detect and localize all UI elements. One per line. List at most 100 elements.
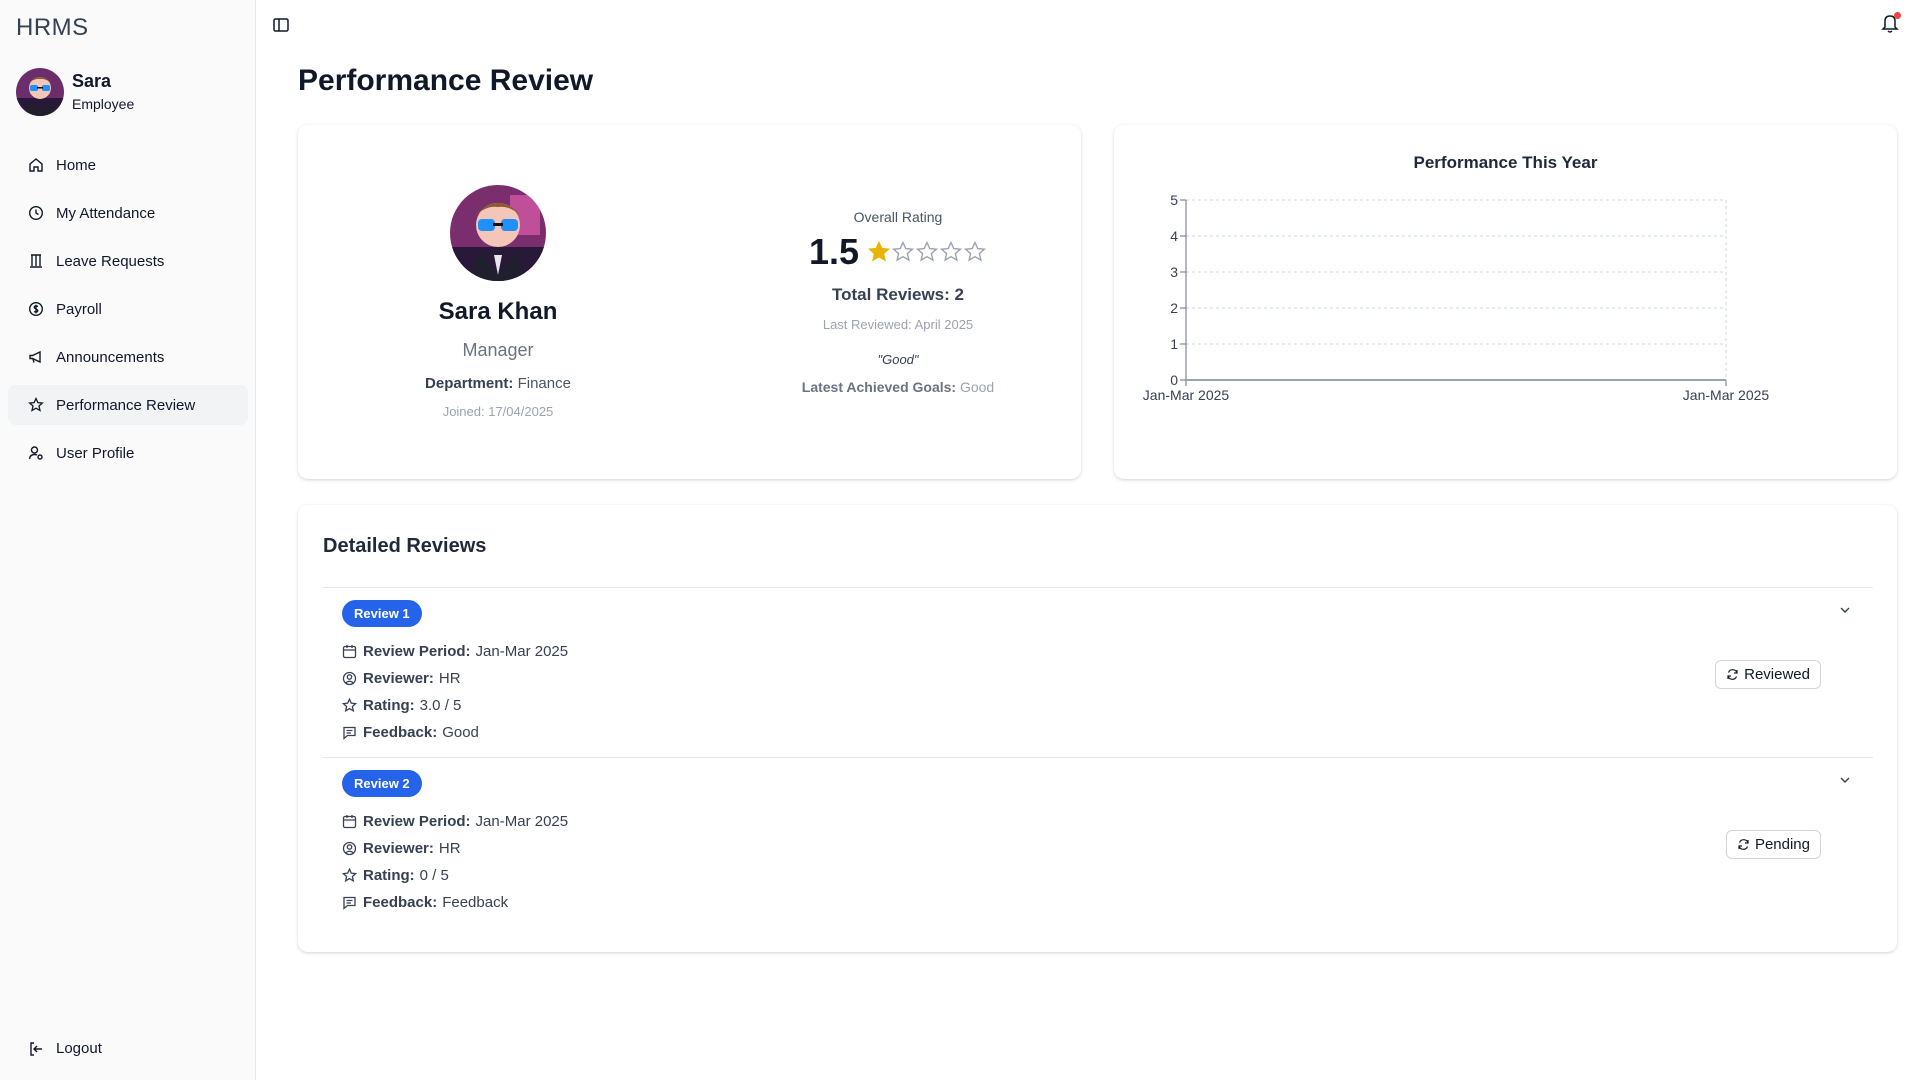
star-outline-icon [342,868,357,883]
chevron-down-icon[interactable] [1837,772,1853,788]
review-feedback: Feedback: Feedback [342,889,568,916]
rating-label: Rating: [363,697,415,714]
star-empty-icon [915,240,939,262]
y-tick-label: 3 [1170,264,1178,280]
review-period: Review Period: Jan-Mar 2025 [342,808,568,835]
sidebar-item-payroll[interactable]: Payroll [8,289,248,329]
notification-bell-icon[interactable] [1880,12,1901,34]
latest-goals: Latest Achieved Goals: Good [738,379,1058,395]
user-role: Employee [72,96,135,112]
review-feedback: Feedback: Good [342,719,568,746]
sidebar-item-performance-review[interactable]: Performance Review [8,385,248,425]
sidebar-item-label: Leave Requests [56,252,165,270]
user-summary: Sara Employee [16,68,134,116]
review-rating: Rating: 3.0 / 5 [342,692,568,719]
message-icon [342,895,357,910]
overall-rating-label: Overall Rating [853,209,943,225]
review-reviewer: Reviewer: HR [342,665,568,692]
detailed-reviews-title: Detailed Reviews [323,535,487,557]
app-brand: HRMS [16,14,89,41]
status-badge[interactable]: Pending [1725,830,1821,859]
x-tick-label: Jan-Mar 2025 [1683,387,1770,403]
sidebar-item-announcements[interactable]: Announcements [8,337,248,377]
feedback-value: Good [442,724,479,741]
notification-dot [1894,12,1901,19]
review-period-label: Review Period: [363,643,471,660]
y-tick-label: 0 [1170,372,1178,388]
sidebar-item-label: Announcements [56,348,165,366]
user-cog-icon [28,445,44,461]
star-filled-icon [867,240,891,262]
calendar-icon [342,644,357,659]
employee-info: Sara Khan Manager Department: Finance Jo… [298,185,698,419]
feedback-label: Feedback: [363,894,438,911]
total-reviews: Total Reviews: 2 [832,285,964,304]
y-tick-label: 5 [1170,192,1178,208]
dollar-icon [28,301,44,317]
sidebar-item-user-profile[interactable]: User Profile [8,433,248,473]
department-value: Finance [517,375,571,392]
sidebar-item-my-attendance[interactable]: My Attendance [8,193,248,233]
logout-icon [28,1041,44,1057]
feedback-value: Feedback [442,894,509,911]
employee-department: Department: Finance [298,375,698,392]
profile-card: Sara Khan Manager Department: Finance Jo… [298,125,1081,479]
review-rating: Rating: 0 / 5 [342,862,568,889]
calendar-icon [342,814,357,829]
user-circle-icon [342,671,357,686]
user-name: Sara [72,71,112,91]
overall-rating-value: 1.5 [808,231,860,272]
status-badge[interactable]: Reviewed [1715,660,1821,689]
review-period: Review Period: Jan-Mar 2025 [342,638,568,665]
feedback-label: Feedback: [363,724,438,741]
y-tick-label: 1 [1170,336,1178,352]
sidebar-item-home[interactable]: Home [8,145,248,185]
review-badge[interactable]: Review 2 [342,770,422,797]
sidebar-item-leave-requests[interactable]: Leave Requests [8,241,248,281]
star-empty-icon [939,240,963,262]
reviewer-label: Reviewer: [363,670,434,687]
page-title: Performance Review [298,64,594,97]
star-empty-icon [891,240,915,262]
review-item[interactable]: Review 1 Review Period: Jan-Mar 2025 Rev… [323,587,1873,757]
home-icon [28,157,44,173]
refresh-icon [1726,668,1739,681]
rating-label: Rating: [363,867,415,884]
rating-value: 3.0 / 5 [419,697,462,714]
sidebar-item-label: User Profile [56,444,135,462]
employee-name: Sara Khan [438,298,558,325]
x-tick-label: Jan-Mar 2025 [1143,387,1230,403]
sidebar: HRMS Sara Employee Home My Attendance Le… [0,0,256,1080]
y-tick-label: 2 [1170,300,1178,316]
sidebar-item-label: Payroll [56,300,102,318]
review-badge[interactable]: Review 1 [342,600,422,627]
reviewer-value: HR [438,840,461,857]
star-empty-icon [963,240,987,262]
review-period-value: Jan-Mar 2025 [475,813,569,830]
reviewer-label: Reviewer: [363,840,434,857]
latest-goals-value: Good [959,379,995,395]
detailed-reviews-card: Detailed Reviews Review 1 Review Period:… [298,505,1897,952]
chevron-down-icon[interactable] [1837,602,1853,618]
status-label: Reviewed [1744,666,1810,683]
megaphone-icon [28,349,44,365]
review-fields: Review Period: Jan-Mar 2025 Reviewer: HR… [342,808,568,916]
sidebar-item-label: Performance Review [56,396,196,414]
sidebar-item-label: Home [56,156,97,174]
logout-button[interactable]: Logout [28,1040,102,1057]
review-reviewer: Reviewer: HR [342,835,568,862]
refresh-icon [1737,838,1750,851]
user-circle-icon [342,841,357,856]
status-label: Pending [1754,836,1810,853]
review-item[interactable]: Review 2 Review Period: Jan-Mar 2025 Rev… [323,757,1873,927]
avatar [16,68,64,116]
latest-goals-label: Latest Achieved Goals: [801,379,957,395]
star-icon [28,397,44,413]
star-outline-icon [342,698,357,713]
employee-title: Manager [462,340,534,360]
performance-chart: 0 1 2 3 4 5 Jan-Mar 2025 Jan-Mar 2025 [1143,192,1770,403]
logout-label: Logout [56,1040,102,1057]
sidebar-toggle-icon[interactable] [272,16,290,34]
message-icon [342,725,357,740]
sidebar-nav: Home My Attendance Leave Requests Payrol… [8,145,248,481]
